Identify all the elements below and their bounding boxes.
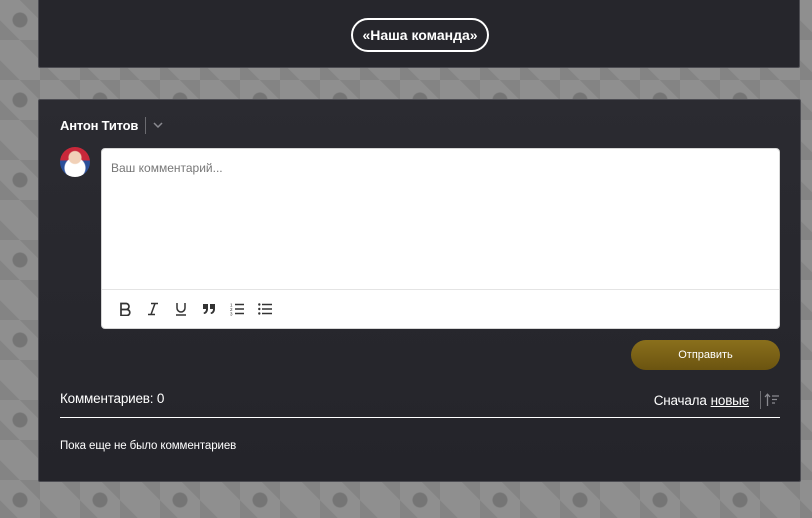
comments-divider bbox=[60, 417, 780, 418]
sort-icon[interactable] bbox=[764, 392, 780, 408]
avatar bbox=[60, 147, 90, 177]
ordered-list-icon[interactable]: 123 bbox=[228, 300, 246, 318]
quote-icon[interactable] bbox=[200, 300, 218, 318]
svg-text:3: 3 bbox=[230, 312, 233, 317]
submit-button[interactable]: Отправить bbox=[631, 340, 780, 370]
bullet-list-icon[interactable] bbox=[256, 300, 274, 318]
top-panel: «Наша команда» bbox=[38, 0, 800, 68]
empty-comments-message: Пока еще не было комментариев bbox=[60, 440, 237, 452]
editor-toolbar: 123 bbox=[102, 289, 779, 328]
comments-count: Комментариев: 0 bbox=[60, 391, 165, 406]
sort-control: Сначала новые bbox=[654, 390, 780, 410]
comments-header: Комментариев: 0 Сначала новые bbox=[60, 390, 780, 410]
comment-editor: 123 bbox=[101, 148, 780, 329]
underline-icon[interactable] bbox=[172, 300, 190, 318]
chevron-down-icon[interactable] bbox=[152, 119, 164, 131]
comments-panel: Антон Титов 123 bbox=[38, 99, 801, 482]
user-divider bbox=[145, 116, 147, 134]
user-name: Антон Титов bbox=[60, 117, 139, 133]
comment-input[interactable] bbox=[102, 149, 779, 289]
italic-icon[interactable] bbox=[144, 300, 162, 318]
sort-newest-link[interactable]: новые bbox=[711, 393, 750, 408]
bold-icon[interactable] bbox=[116, 300, 134, 318]
user-selector[interactable]: Антон Титов bbox=[60, 116, 164, 134]
sort-divider bbox=[760, 391, 761, 409]
our-team-button[interactable]: «Наша команда» bbox=[351, 18, 489, 52]
sort-prefix: Сначала bbox=[653, 392, 707, 408]
